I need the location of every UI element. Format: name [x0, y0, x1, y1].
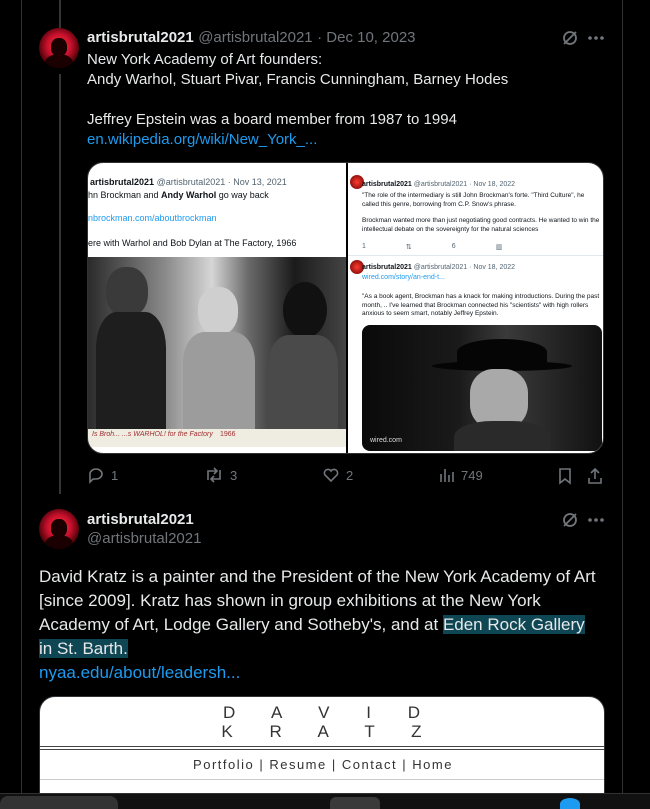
tweet-line: Jeffrey Epstein was a board member from …: [87, 111, 457, 128]
reply-icon: [89, 468, 103, 484]
display-name[interactable]: artisbrutal2021: [87, 29, 194, 46]
thread-connector: [59, 74, 61, 494]
like-icon: [323, 468, 339, 483]
handle[interactable]: @artisbrutal2021: [87, 530, 201, 547]
brockman-photo: wired.com: [362, 325, 602, 451]
tweet-header: artisbrutal2021 @artisbrutal2021: [87, 511, 201, 547]
reply-button[interactable]: 1: [87, 466, 118, 484]
highlighted-text: in St. Barth.: [39, 639, 128, 658]
tweet-text: New York Academy of Art founders: Andy W…: [87, 50, 508, 150]
media-image-left[interactable]: artisbrutal2021 @artisbrutal2021 · Nov 1…: [88, 163, 346, 453]
kratz-logo-line2: K R A T Z: [221, 722, 425, 741]
tweet-media[interactable]: artisbrutal2021 @artisbrutal2021 · Nov 1…: [87, 162, 604, 454]
retweet-icon: [207, 467, 221, 483]
share-icon[interactable]: [585, 466, 605, 486]
tweet-line: New York Academy of Art founders:: [87, 51, 323, 68]
media-image-right[interactable]: artisbrutal2021 @artisbrutal2021 · Nov 1…: [348, 163, 603, 453]
embed-quote: "The role of the intermediary is still J…: [362, 192, 585, 208]
grok-icon[interactable]: [558, 28, 582, 48]
like-button[interactable]: 2: [322, 466, 353, 484]
display-name[interactable]: artisbrutal2021: [87, 511, 201, 528]
retweet-button[interactable]: 3: [204, 466, 237, 484]
photo-year: 1966: [220, 431, 236, 438]
tweet-line: Andy Warhol, Stuart Pivar, Francis Cunni…: [87, 71, 509, 88]
timeline-border-left: [21, 0, 22, 809]
kratz-nav: Portfolio | Resume | Contact | Home: [193, 757, 453, 772]
bookmark-icon[interactable]: [556, 466, 574, 486]
warhol-photo: Is Broh... ...s WARHOL! for the Factory …: [88, 257, 346, 447]
tweet-date[interactable]: Dec 10, 2023: [326, 29, 415, 46]
timeline-border-right: [622, 0, 623, 809]
embed-quote-2: Brockman wanted more than just negotiati…: [362, 217, 600, 233]
more-icon[interactable]: [584, 510, 608, 530]
tweet-link[interactable]: en.wikipedia.org/wiki/New_York_...: [87, 130, 508, 150]
handle[interactable]: @artisbrutal2021: [198, 29, 312, 46]
embed-caption: ere with Warhol and Bob Dylan at The Fac…: [88, 238, 297, 248]
tweet-header: artisbrutal2021 @artisbrutal2021 · Dec 1…: [87, 29, 416, 46]
thread-connector-top: [59, 0, 61, 28]
grok-icon[interactable]: [558, 510, 582, 530]
views-icon: [440, 469, 454, 482]
bottom-bar: [0, 793, 650, 809]
photo-source: wired.com: [370, 437, 402, 444]
tweet-link[interactable]: nyaa.edu/about/leadersh...: [39, 661, 609, 685]
views-button[interactable]: 749: [439, 466, 483, 484]
photo-annotation: Is Broh... ...s WARHOL! for the Factory: [92, 431, 213, 438]
embed-link: nbrockman.com/aboutbrockman: [88, 213, 217, 223]
kratz-logo-line1: D A V I D: [223, 703, 423, 722]
embed-text: hn Brockman and Andy Warhol go way back: [88, 190, 269, 200]
avatar[interactable]: [39, 28, 79, 68]
embed-quote-3: "As a book agent, Brockman has a knack f…: [362, 293, 600, 317]
more-icon[interactable]: [584, 28, 608, 48]
tweet-text: David Kratz is a painter and the Preside…: [39, 565, 609, 685]
avatar[interactable]: [39, 509, 79, 549]
highlighted-text: Eden Rock Gallery: [442, 615, 585, 634]
